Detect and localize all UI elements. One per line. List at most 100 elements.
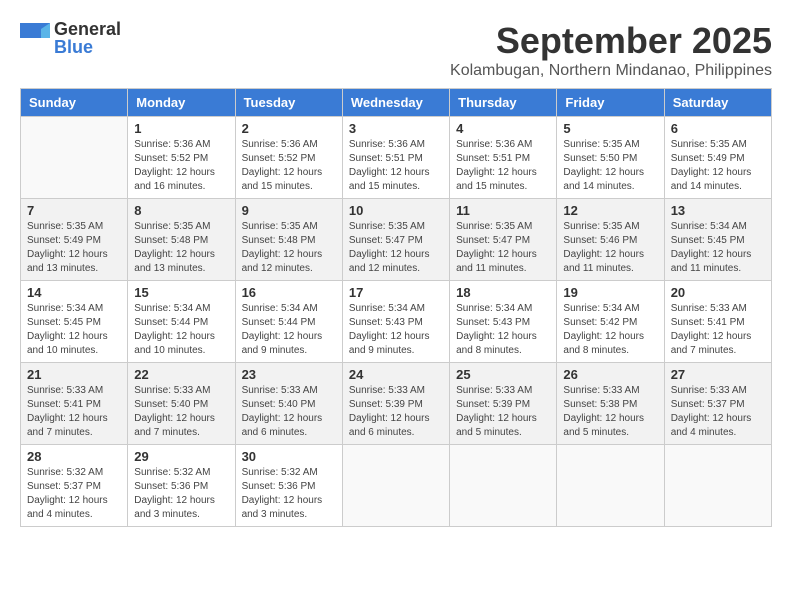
day-number: 20 <box>671 285 765 300</box>
day-info: Sunrise: 5:34 AM Sunset: 5:43 PM Dayligh… <box>456 302 550 358</box>
calendar-cell <box>342 445 449 527</box>
calendar-cell: 12 Sunrise: 5:35 AM Sunset: 5:46 PM Dayli… <box>557 199 664 281</box>
calendar-cell: 15 Sunrise: 5:34 AM Sunset: 5:44 PM Dayli… <box>128 281 235 363</box>
day-number: 27 <box>671 367 765 382</box>
day-number: 17 <box>349 285 443 300</box>
calendar-cell <box>557 445 664 527</box>
calendar-cell: 21Sunrise: 5:33 AM Sunset: 5:41 PM Dayli… <box>21 363 128 445</box>
day-number: 22 <box>134 367 228 382</box>
calendar-cell: 13 Sunrise: 5:34 AM Sunset: 5:45 PM Dayli… <box>664 199 771 281</box>
day-info: Sunrise: 5:35 AM Sunset: 5:48 PM Dayligh… <box>134 220 228 276</box>
day-info: Sunrise: 5:33 AM Sunset: 5:40 PM Dayligh… <box>134 384 228 440</box>
calendar-cell: 26Sunrise: 5:33 AM Sunset: 5:38 PM Dayli… <box>557 363 664 445</box>
day-number: 16 <box>242 285 336 300</box>
day-info: Sunrise: 5:35 AM Sunset: 5:47 PM Dayligh… <box>456 220 550 276</box>
calendar-cell: 9Sunrise: 5:35 AM Sunset: 5:48 PM Daylig… <box>235 199 342 281</box>
day-info: Sunrise: 5:35 AM Sunset: 5:47 PM Dayligh… <box>349 220 443 276</box>
logo-icon <box>20 23 50 53</box>
calendar-cell: 14 Sunrise: 5:34 AM Sunset: 5:45 PM Dayli… <box>21 281 128 363</box>
day-info: Sunrise: 5:34 AM Sunset: 5:45 PM Dayligh… <box>671 220 765 276</box>
calendar-week-1: 1Sunrise: 5:36 AM Sunset: 5:52 PM Daylig… <box>21 117 772 199</box>
logo: General Blue <box>20 20 121 56</box>
calendar-week-2: 7 Sunrise: 5:35 AM Sunset: 5:49 PM Daylig… <box>21 199 772 281</box>
calendar-table: SundayMondayTuesdayWednesdayThursdayFrid… <box>20 88 772 527</box>
calendar-cell: 3Sunrise: 5:36 AM Sunset: 5:51 PM Daylig… <box>342 117 449 199</box>
day-info: Sunrise: 5:33 AM Sunset: 5:41 PM Dayligh… <box>27 384 121 440</box>
month-title: September 2025 <box>450 20 772 62</box>
calendar-cell: 18 Sunrise: 5:34 AM Sunset: 5:43 PM Dayli… <box>450 281 557 363</box>
day-info: Sunrise: 5:34 AM Sunset: 5:45 PM Dayligh… <box>27 302 121 358</box>
day-number: 28 <box>27 449 121 464</box>
calendar-week-5: 28 Sunrise: 5:32 AM Sunset: 5:37 PM Dayli… <box>21 445 772 527</box>
day-number: 4 <box>456 121 550 136</box>
day-number: 19 <box>563 285 657 300</box>
day-info: Sunrise: 5:36 AM Sunset: 5:52 PM Dayligh… <box>134 138 228 194</box>
calendar-cell: 23 Sunrise: 5:33 AM Sunset: 5:40 PM Dayli… <box>235 363 342 445</box>
calendar-cell: 19 Sunrise: 5:34 AM Sunset: 5:42 PM Dayli… <box>557 281 664 363</box>
page-header: General Blue September 2025 Kolambugan, … <box>20 20 772 80</box>
day-number: 12 <box>563 203 657 218</box>
day-info: Sunrise: 5:32 AM Sunset: 5:37 PM Dayligh… <box>27 466 121 522</box>
day-number: 29 <box>134 449 228 464</box>
day-number: 7 <box>27 203 121 218</box>
calendar-week-3: 14 Sunrise: 5:34 AM Sunset: 5:45 PM Dayli… <box>21 281 772 363</box>
day-info: Sunrise: 5:36 AM Sunset: 5:52 PM Dayligh… <box>242 138 336 194</box>
day-number: 24 <box>349 367 443 382</box>
day-number: 10 <box>349 203 443 218</box>
day-info: Sunrise: 5:35 AM Sunset: 5:48 PM Dayligh… <box>242 220 336 276</box>
day-number: 15 <box>134 285 228 300</box>
day-number: 8 <box>134 203 228 218</box>
day-info: Sunrise: 5:32 AM Sunset: 5:36 PM Dayligh… <box>242 466 336 522</box>
day-number: 5 <box>563 121 657 136</box>
day-number: 25 <box>456 367 550 382</box>
calendar-cell: 25 Sunrise: 5:33 AM Sunset: 5:39 PM Dayli… <box>450 363 557 445</box>
calendar-cell: 1Sunrise: 5:36 AM Sunset: 5:52 PM Daylig… <box>128 117 235 199</box>
header-friday: Friday <box>557 89 664 117</box>
day-number: 30 <box>242 449 336 464</box>
calendar-cell: 30 Sunrise: 5:32 AM Sunset: 5:36 PM Dayli… <box>235 445 342 527</box>
day-info: Sunrise: 5:34 AM Sunset: 5:42 PM Dayligh… <box>563 302 657 358</box>
calendar-cell: 22 Sunrise: 5:33 AM Sunset: 5:40 PM Dayli… <box>128 363 235 445</box>
day-number: 2 <box>242 121 336 136</box>
day-info: Sunrise: 5:35 AM Sunset: 5:49 PM Dayligh… <box>27 220 121 276</box>
calendar-cell: 16 Sunrise: 5:34 AM Sunset: 5:44 PM Dayli… <box>235 281 342 363</box>
calendar-cell: 17Sunrise: 5:34 AM Sunset: 5:43 PM Dayli… <box>342 281 449 363</box>
calendar-cell: 7 Sunrise: 5:35 AM Sunset: 5:49 PM Daylig… <box>21 199 128 281</box>
calendar-cell <box>664 445 771 527</box>
calendar-cell: 4 Sunrise: 5:36 AM Sunset: 5:51 PM Daylig… <box>450 117 557 199</box>
day-info: Sunrise: 5:35 AM Sunset: 5:46 PM Dayligh… <box>563 220 657 276</box>
header-saturday: Saturday <box>664 89 771 117</box>
calendar-cell: 2 Sunrise: 5:36 AM Sunset: 5:52 PM Daylig… <box>235 117 342 199</box>
day-info: Sunrise: 5:34 AM Sunset: 5:44 PM Dayligh… <box>242 302 336 358</box>
day-number: 18 <box>456 285 550 300</box>
day-info: Sunrise: 5:33 AM Sunset: 5:39 PM Dayligh… <box>349 384 443 440</box>
location-subtitle: Kolambugan, Northern Mindanao, Philippin… <box>450 62 772 80</box>
logo-text: General Blue <box>54 20 121 56</box>
logo-blue: Blue <box>54 38 121 56</box>
calendar-cell: 6Sunrise: 5:35 AM Sunset: 5:49 PM Daylig… <box>664 117 771 199</box>
calendar-cell: 24 Sunrise: 5:33 AM Sunset: 5:39 PM Dayli… <box>342 363 449 445</box>
day-number: 23 <box>242 367 336 382</box>
calendar-cell: 20 Sunrise: 5:33 AM Sunset: 5:41 PM Dayli… <box>664 281 771 363</box>
day-info: Sunrise: 5:36 AM Sunset: 5:51 PM Dayligh… <box>456 138 550 194</box>
calendar-cell: 11 Sunrise: 5:35 AM Sunset: 5:47 PM Dayli… <box>450 199 557 281</box>
header-tuesday: Tuesday <box>235 89 342 117</box>
logo-general: General <box>54 20 121 38</box>
calendar-header-row: SundayMondayTuesdayWednesdayThursdayFrid… <box>21 89 772 117</box>
calendar-cell: 28 Sunrise: 5:32 AM Sunset: 5:37 PM Dayli… <box>21 445 128 527</box>
calendar-cell: 8 Sunrise: 5:35 AM Sunset: 5:48 PM Daylig… <box>128 199 235 281</box>
day-info: Sunrise: 5:33 AM Sunset: 5:40 PM Dayligh… <box>242 384 336 440</box>
day-number: 14 <box>27 285 121 300</box>
day-number: 11 <box>456 203 550 218</box>
calendar-cell: 5Sunrise: 5:35 AM Sunset: 5:50 PM Daylig… <box>557 117 664 199</box>
day-info: Sunrise: 5:33 AM Sunset: 5:41 PM Dayligh… <box>671 302 765 358</box>
day-number: 6 <box>671 121 765 136</box>
day-info: Sunrise: 5:33 AM Sunset: 5:39 PM Dayligh… <box>456 384 550 440</box>
day-number: 3 <box>349 121 443 136</box>
day-info: Sunrise: 5:34 AM Sunset: 5:44 PM Dayligh… <box>134 302 228 358</box>
day-number: 13 <box>671 203 765 218</box>
day-number: 26 <box>563 367 657 382</box>
calendar-cell <box>21 117 128 199</box>
header-sunday: Sunday <box>21 89 128 117</box>
calendar-cell <box>450 445 557 527</box>
